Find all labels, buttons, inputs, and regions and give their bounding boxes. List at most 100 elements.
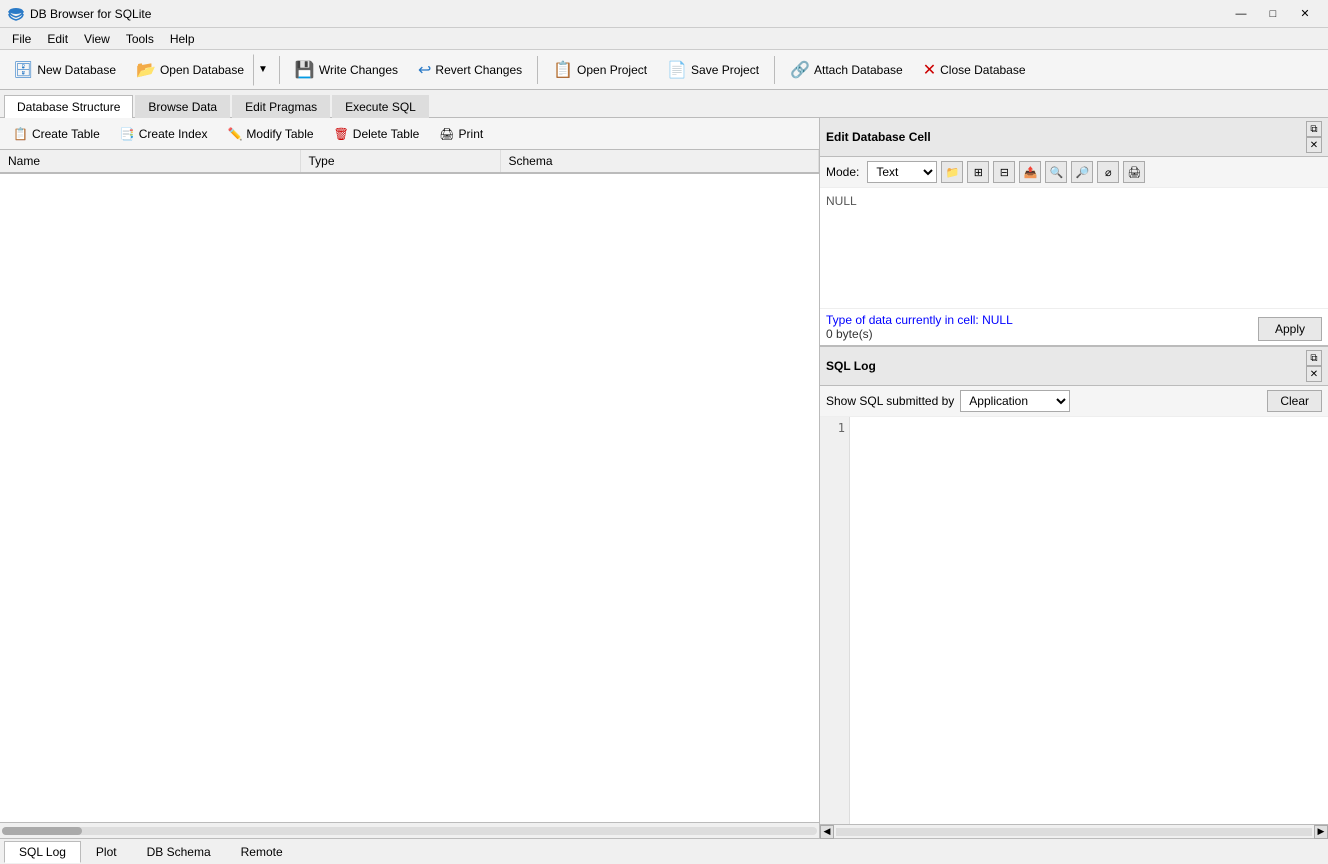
modify-table-button[interactable]: ✏️ Modify Table: [218, 121, 322, 147]
left-scrollbar-track: [2, 827, 817, 835]
tab-database-structure[interactable]: Database Structure: [4, 95, 133, 118]
menu-tools[interactable]: Tools: [118, 30, 162, 48]
mode-select[interactable]: Text Binary Null: [867, 161, 937, 183]
create-table-button[interactable]: 📋 Create Table: [4, 121, 109, 147]
tab-execute-sql[interactable]: Execute SQL: [332, 95, 429, 118]
menu-view[interactable]: View: [76, 30, 118, 48]
new-database-label: New Database: [37, 63, 116, 77]
attach-database-button[interactable]: 🔗 Attach Database: [781, 54, 912, 86]
revert-changes-label: Revert Changes: [435, 63, 522, 77]
cell-tool-print[interactable]: 🖨: [1123, 161, 1145, 183]
sql-log-scrollbar[interactable]: ◀ ▶: [820, 824, 1328, 838]
create-index-icon: 📑: [120, 127, 135, 141]
open-project-button[interactable]: 📋 Open Project: [544, 54, 656, 86]
table-area: Name Type Schema: [0, 150, 819, 822]
main-tab-bar: Database Structure Browse Data Edit Prag…: [0, 90, 1328, 118]
separator-2: [537, 56, 538, 84]
write-changes-button[interactable]: 💾 Write Changes: [286, 54, 407, 86]
bottom-tab-db-schema[interactable]: DB Schema: [132, 841, 226, 863]
edit-cell-footer: Type of data currently in cell: NULL 0 b…: [820, 308, 1328, 345]
scroll-right-arrow[interactable]: ▶: [1314, 825, 1328, 839]
revert-changes-button[interactable]: ↩ Revert Changes: [409, 54, 531, 86]
cell-byte-info: 0 byte(s): [826, 327, 1013, 341]
app-icon: [8, 6, 24, 22]
cell-tool-img-in[interactable]: 🔍: [1045, 161, 1067, 183]
print-button[interactable]: 🖨 Print: [430, 121, 492, 147]
edit-cell-controls: ⧉ ✕: [1306, 121, 1322, 153]
create-table-icon: 📋: [13, 127, 28, 141]
tab-browse-data[interactable]: Browse Data: [135, 95, 230, 118]
edit-cell-toolbar: Mode: Text Binary Null 📁 ⊞ ⊟ 📤 🔍 🔎 ⌀ 🖨: [820, 157, 1328, 188]
mode-label: Mode:: [826, 165, 859, 179]
cell-tool-export[interactable]: 📤: [1019, 161, 1041, 183]
edit-cell-content: NULL: [820, 188, 1328, 308]
edit-cell-title: Edit Database Cell: [826, 130, 931, 144]
menu-bar: File Edit View Tools Help: [0, 28, 1328, 50]
left-scrollbar-thumb[interactable]: [2, 827, 82, 835]
cell-type-text: Type of data currently in cell: NULL: [826, 313, 1013, 327]
bottom-tab-bar: SQL Log Plot DB Schema Remote: [0, 838, 1328, 864]
cell-tool-paste[interactable]: ⊟: [993, 161, 1015, 183]
clear-button[interactable]: Clear: [1267, 390, 1322, 412]
open-database-label: Open Database: [160, 63, 244, 77]
column-type: Type: [300, 150, 500, 173]
new-database-button[interactable]: 🗄 New Database: [4, 54, 125, 86]
maximize-button[interactable]: □: [1258, 4, 1288, 24]
left-scrollbar[interactable]: [0, 822, 819, 838]
sql-log-float-button[interactable]: ⧉: [1306, 350, 1322, 366]
sql-log-title: SQL Log: [826, 359, 876, 373]
new-database-icon: 🗄: [13, 60, 33, 80]
sql-log-close-button[interactable]: ✕: [1306, 366, 1322, 382]
sql-log-panel: SQL Log ⧉ ✕ Show SQL submitted by Applic…: [820, 346, 1328, 838]
window-controls: — □ ✕: [1226, 4, 1320, 24]
close-database-button[interactable]: ✕ Close Database: [914, 54, 1035, 86]
menu-edit[interactable]: Edit: [39, 30, 76, 48]
minimize-button[interactable]: —: [1226, 4, 1256, 24]
title-bar: DB Browser for SQLite — □ ✕: [0, 0, 1328, 28]
edit-cell-close-button[interactable]: ✕: [1306, 137, 1322, 153]
bottom-tab-plot[interactable]: Plot: [81, 841, 132, 863]
write-changes-icon: 💾: [295, 60, 315, 80]
open-database-group: 📂 Open Database ▼: [127, 54, 273, 86]
scroll-left-arrow[interactable]: ◀: [820, 825, 834, 839]
menu-file[interactable]: File: [4, 30, 39, 48]
sql-text-area[interactable]: [850, 417, 1328, 824]
cell-null-value: NULL: [826, 194, 857, 208]
delete-table-button[interactable]: 🗑 Delete Table: [325, 121, 429, 147]
submitted-by-select[interactable]: Application User: [960, 390, 1070, 412]
edit-cell-header: Edit Database Cell ⧉ ✕: [820, 118, 1328, 157]
show-sql-label: Show SQL submitted by: [826, 394, 954, 408]
tab-edit-pragmas[interactable]: Edit Pragmas: [232, 95, 330, 118]
close-button[interactable]: ✕: [1290, 4, 1320, 24]
sql-log-header: SQL Log ⧉ ✕: [820, 346, 1328, 386]
open-database-dropdown[interactable]: ▼: [253, 54, 273, 86]
close-database-icon: ✕: [923, 60, 936, 80]
app-title: DB Browser for SQLite: [30, 7, 1226, 21]
sql-log-toolbar: Show SQL submitted by Application User C…: [820, 386, 1328, 417]
sql-log-controls: ⧉ ✕: [1306, 350, 1322, 382]
right-panel: Edit Database Cell ⧉ ✕ Mode: Text Binary…: [820, 118, 1328, 838]
main-toolbar: 🗄 New Database 📂 Open Database ▼ 💾 Write…: [0, 50, 1328, 90]
write-changes-label: Write Changes: [319, 63, 398, 77]
apply-button[interactable]: Apply: [1258, 317, 1322, 341]
open-project-label: Open Project: [577, 63, 647, 77]
edit-cell-float-button[interactable]: ⧉: [1306, 121, 1322, 137]
separator-3: [774, 56, 775, 84]
sql-log-content: 1: [820, 417, 1328, 824]
bottom-tab-sql-log[interactable]: SQL Log: [4, 841, 81, 863]
save-project-button[interactable]: 📄 Save Project: [658, 54, 768, 86]
separator-1: [279, 56, 280, 84]
open-database-button[interactable]: 📂 Open Database: [127, 54, 253, 86]
cell-tool-null[interactable]: ⌀: [1097, 161, 1119, 183]
cell-tool-img-out[interactable]: 🔎: [1071, 161, 1093, 183]
column-name: Name: [0, 150, 300, 173]
save-project-label: Save Project: [691, 63, 759, 77]
cell-tool-import[interactable]: 📁: [941, 161, 963, 183]
open-project-icon: 📋: [553, 60, 573, 80]
cell-tool-copy[interactable]: ⊞: [967, 161, 989, 183]
menu-help[interactable]: Help: [162, 30, 203, 48]
create-index-button[interactable]: 📑 Create Index: [111, 121, 217, 147]
delete-table-icon: 🗑: [334, 127, 349, 141]
open-database-icon: 📂: [136, 60, 156, 80]
bottom-tab-remote[interactable]: Remote: [226, 841, 298, 863]
